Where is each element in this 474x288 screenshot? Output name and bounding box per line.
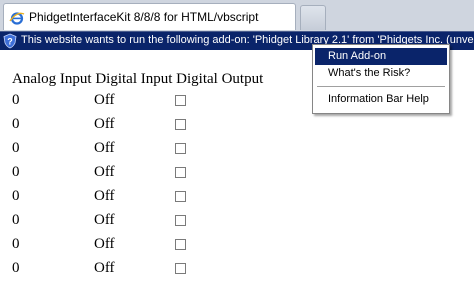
analog-value: 0 [12, 164, 20, 180]
table-row: 0 Off [0, 116, 474, 136]
header-analog-input: Analog Input [12, 71, 92, 87]
shield-info-icon: ? [3, 33, 17, 49]
analog-value: 0 [12, 140, 20, 156]
digital-input-value: Off [94, 116, 115, 132]
analog-value: 0 [12, 236, 20, 252]
table-row: 0 Off [0, 236, 474, 256]
table-row: 0 Off [0, 140, 474, 160]
analog-value: 0 [12, 260, 20, 276]
analog-value: 0 [12, 212, 20, 228]
analog-value: 0 [12, 116, 20, 132]
menu-item-run-addon[interactable]: Run Add-on [315, 48, 447, 65]
table-row: 0 Off [0, 164, 474, 184]
digital-input-value: Off [94, 212, 115, 228]
digital-output-checkbox[interactable] [175, 215, 186, 226]
svg-text:?: ? [7, 37, 13, 47]
digital-output-checkbox[interactable] [175, 143, 186, 154]
menu-item-whats-the-risk[interactable]: What's the Risk? [315, 65, 447, 82]
digital-input-value: Off [94, 260, 115, 276]
digital-output-checkbox[interactable] [175, 191, 186, 202]
digital-output-checkbox[interactable] [175, 167, 186, 178]
table-row: 0 Off [0, 212, 474, 232]
tab-title: PhidgetInterfaceKit 8/8/8 for HTML/vbscr… [29, 10, 259, 24]
header-digital-output: Digital Output [176, 71, 264, 87]
digital-output-checkbox[interactable] [175, 239, 186, 250]
digital-output-checkbox[interactable] [175, 263, 186, 274]
header-digital-input: Digital Input [95, 71, 173, 87]
menu-item-label: What's the Risk? [328, 67, 411, 79]
digital-input-value: Off [94, 140, 115, 156]
browser-tab[interactable]: PhidgetInterfaceKit 8/8/8 for HTML/vbscr… [3, 3, 296, 30]
digital-input-value: Off [94, 188, 115, 204]
column-headers: Analog Input Digital Input Digital Outpu… [12, 71, 263, 88]
menu-item-label: Information Bar Help [328, 93, 429, 105]
table-row: 0 Off [0, 188, 474, 208]
menu-item-information-bar-help[interactable]: Information Bar Help [315, 91, 447, 108]
infobar-context-menu: Run Add-on What's the Risk? Information … [312, 44, 450, 114]
digital-input-value: Off [94, 164, 115, 180]
ie-page-icon [9, 12, 25, 25]
tab-bar: PhidgetInterfaceKit 8/8/8 for HTML/vbscr… [0, 0, 474, 31]
digital-output-checkbox[interactable] [175, 95, 186, 106]
menu-separator [317, 86, 445, 87]
menu-item-label: Run Add-on [328, 50, 387, 62]
analog-value: 0 [12, 188, 20, 204]
analog-value: 0 [12, 92, 20, 108]
new-tab-button[interactable] [300, 5, 326, 30]
digital-input-value: Off [94, 236, 115, 252]
table-row: 0 Off [0, 260, 474, 280]
digital-output-checkbox[interactable] [175, 119, 186, 130]
digital-input-value: Off [94, 92, 115, 108]
